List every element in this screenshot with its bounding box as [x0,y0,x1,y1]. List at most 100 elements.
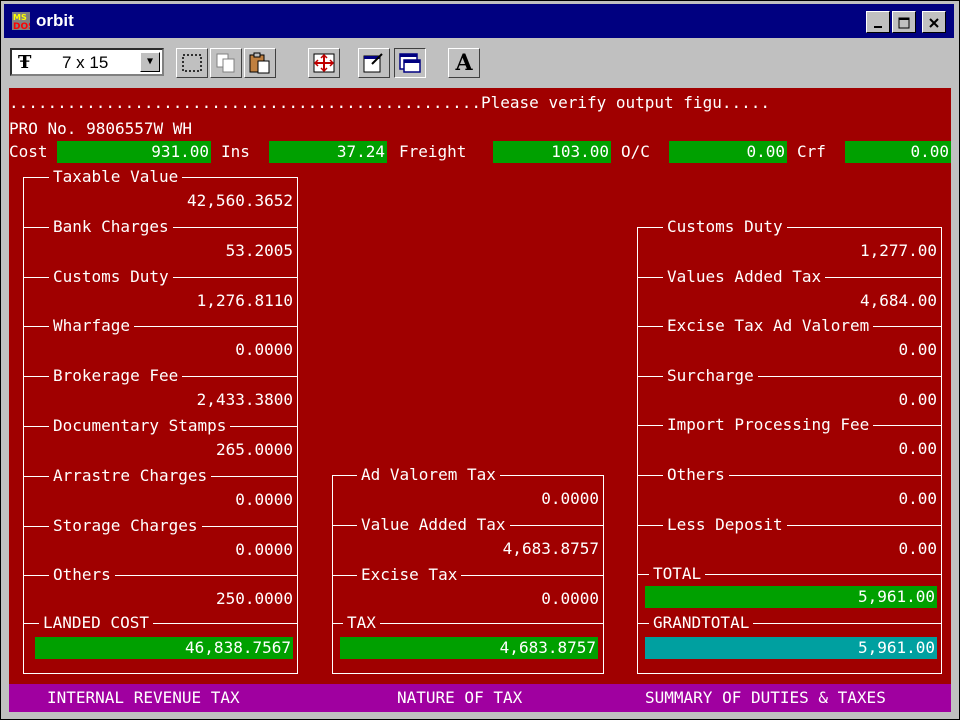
field-value: 0.00 [898,538,937,558]
field-label: Bank Charges [49,217,173,236]
background-icon [399,53,421,73]
field-label: Value Added Tax [357,515,510,534]
copy-icon [216,53,235,73]
minimize-icon [874,26,882,28]
field-value: 265.0000 [215,440,293,459]
field-value: 250.0000 [215,589,293,609]
field-label: Others [49,566,115,585]
total-field[interactable]: 5,961.00 [645,586,937,608]
minimize-button[interactable] [866,11,890,33]
field-value: 0.0000 [235,340,293,360]
field-label: Documentary Stamps [49,417,231,435]
footer-internal-revenue: INTERNAL REVENUE TAX [47,688,240,707]
cost-field[interactable]: 931.00 [57,141,211,163]
field-value: 1,277.00 [859,241,937,260]
truetype-font-icon: Ŧ [18,52,32,73]
maximize-icon [898,17,910,29]
mark-button[interactable] [176,48,208,78]
freight-field[interactable]: 103.00 [493,141,611,163]
copy-button[interactable] [210,48,242,78]
oc-label: O/C [621,142,650,161]
verify-message: ........................................… [9,93,770,112]
field-label: Arrastre Charges [49,466,212,485]
field-value: 0.00 [898,389,937,409]
freight-label: Freight [399,142,467,161]
field-label: Excise Tax [357,565,462,584]
cost-label: Cost [9,142,48,161]
crf-label: Crf [797,142,826,161]
field-value: 1,276.8110 [196,290,293,310]
footer-nature-of-tax: NATURE OF TAX [397,688,523,707]
middle-box-border-bottom [332,673,604,674]
grandtotal-label: GRANDTOTAL [649,614,754,632]
field-value: 53.2005 [225,240,293,260]
tax-field[interactable]: 4,683.8757 [340,637,598,659]
field-value: 0.0000 [541,588,599,608]
landed-cost-label: LANDED COST [39,614,153,632]
paste-icon [249,52,270,74]
footer-bar: INTERNAL REVENUE TAX NATURE OF TAX SUMMA… [9,684,951,712]
grandtotal-field[interactable]: 5,961.00 [645,637,937,659]
field-value: 2,433.3800 [196,390,293,410]
field-label: Customs Duty [663,218,787,236]
fullscreen-button[interactable] [308,48,340,78]
field-value: 42,560.3652 [187,191,293,210]
right-box-border-bottom [637,673,942,674]
paste-button[interactable] [244,48,276,78]
field-label: Brokerage Fee [49,367,183,386]
svg-text:MS: MS [13,13,27,22]
maximize-button[interactable] [892,11,916,33]
field-label: Import Processing Fee [663,416,874,435]
field-label: Taxable Value [49,168,183,186]
svg-text:DOS: DOS [13,22,30,30]
properties-icon [363,53,383,73]
field-value: 0.00 [898,340,937,360]
field-label: Wharfage [49,317,135,336]
dos-screen[interactable]: ........................................… [9,88,951,712]
window-title: orbit [36,11,74,30]
landed-cost-field[interactable]: 46,838.7567 [35,637,293,659]
close-button[interactable] [922,11,946,33]
footer-summary: SUMMARY OF DUTIES & TAXES [645,688,886,707]
pro-number: PRO No. 9806557W WH [9,119,193,138]
left-box-border [23,177,24,673]
ins-label: Ins [221,142,250,161]
field-label: Customs Duty [49,267,173,286]
right-box-border [637,227,638,673]
field-label: Storage Charges [49,516,202,535]
field-value: 4,684.00 [859,290,937,310]
ins-field[interactable]: 37.24 [269,141,387,163]
background-button[interactable] [394,48,426,78]
field-value: 0.0000 [235,489,293,509]
right-box-border-right [941,227,942,673]
field-value: 0.00 [898,439,937,459]
properties-button[interactable] [358,48,390,78]
field-value: 0.0000 [235,539,293,559]
tax-label: TAX [343,614,380,632]
fullscreen-icon [313,53,335,73]
field-label: Less Deposit [663,515,787,534]
field-value: 0.0000 [541,489,599,508]
font-size-value: 7 x 15 [62,53,109,72]
field-label: Others [663,466,729,484]
font-button[interactable]: A [448,48,480,78]
field-value: 4,683.8757 [502,538,599,558]
close-icon [929,18,939,28]
font-size-select[interactable]: Ŧ 7 x 15 ▼ [10,48,164,76]
field-label: Surcharge [663,366,758,385]
oc-field[interactable]: 0.00 [669,141,787,163]
total-label: TOTAL [649,565,706,583]
left-box-border-bottom [23,673,298,674]
font-icon: A [455,50,473,76]
ms-dos-icon: MS DOS [12,12,30,30]
field-label: Values Added Tax [663,267,826,286]
field-value: 0.00 [898,489,937,508]
mark-icon [182,54,202,72]
toolbar: Ŧ 7 x 15 ▼ A [4,41,954,85]
field-label: Excise Tax Ad Valorem [663,317,874,336]
crf-field[interactable]: 0.00 [845,141,951,163]
field-label: Ad Valorem Tax [357,466,500,484]
left-box-border-right [297,177,298,673]
title-bar[interactable]: MS DOS orbit [4,4,954,38]
chevron-down-icon[interactable]: ▼ [140,52,160,72]
